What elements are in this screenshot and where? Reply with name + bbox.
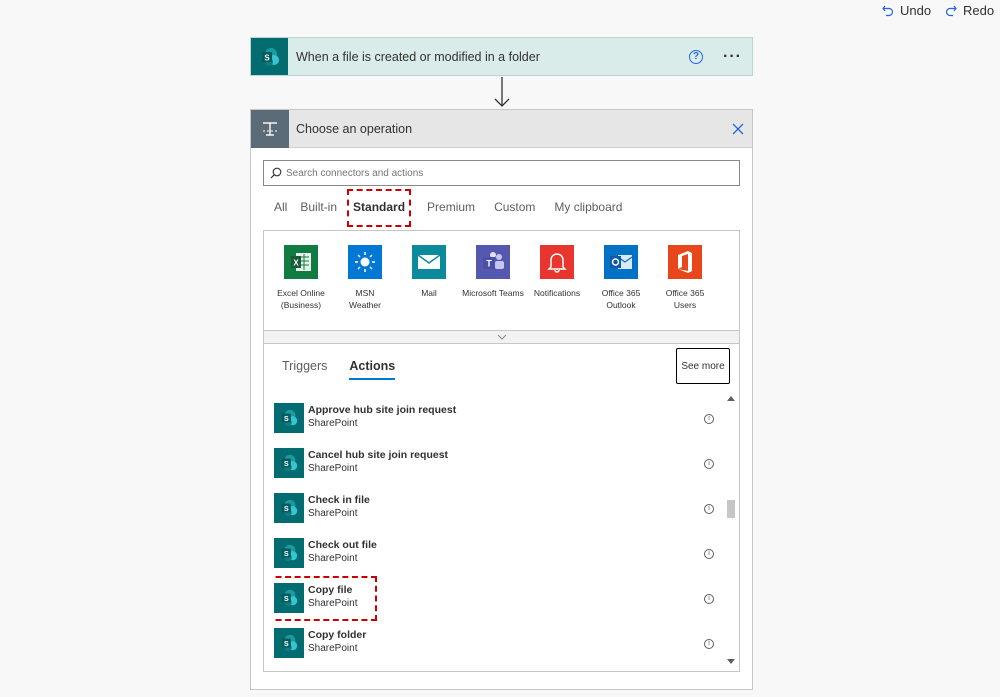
svg-text:T: T [486, 259, 492, 269]
svg-text:S: S [284, 639, 289, 648]
redo-label: Redo [963, 3, 995, 18]
connector-mail[interactable]: Mail [397, 245, 461, 299]
help-icon[interactable]: ? [689, 49, 704, 64]
info-icon[interactable]: i [704, 504, 714, 514]
panel-title: Choose an operation [296, 121, 413, 136]
trigger-card[interactable]: S When a file is created or modified in … [250, 37, 753, 76]
svg-text:S: S [284, 459, 289, 468]
action-list: S Approve hub site join request SharePoin… [272, 394, 722, 666]
connector-notifications[interactable]: Notifications [525, 245, 589, 299]
excel-icon: X [284, 245, 318, 279]
tab-actions[interactable]: Actions [349, 359, 396, 380]
connector-label: Office 365 Users [665, 288, 705, 310]
tab-standard[interactable]: Standard [347, 189, 412, 227]
undo-icon [882, 5, 894, 16]
sharepoint-icon: S [251, 38, 288, 75]
choose-operation-panel: Choose an operation All Built-in Standar… [250, 109, 753, 690]
bell-icon [540, 245, 574, 279]
info-icon[interactable]: i [704, 414, 714, 424]
connector-label: Notifications [533, 288, 581, 298]
action-connector: SharePoint [308, 463, 358, 474]
action-connector: SharePoint [308, 508, 358, 519]
chevron-down-icon [497, 334, 506, 340]
action-connector: SharePoint [308, 553, 358, 564]
action-name: Check out file [308, 539, 377, 551]
action-connector: SharePoint [308, 418, 358, 429]
redo-icon [945, 5, 957, 16]
connector-excel[interactable]: X Excel Online (Business) [269, 245, 333, 311]
svg-text:S: S [264, 53, 270, 62]
sharepoint-icon: S [274, 403, 304, 433]
connector-microsoft-teams[interactable]: T Microsoft Teams [461, 245, 525, 299]
info-icon[interactable]: i [704, 594, 714, 604]
close-icon[interactable] [732, 123, 744, 135]
undo-button[interactable]: Undo [882, 3, 931, 18]
scroll-thumb[interactable] [727, 500, 735, 518]
connector-label: Excel Online (Business) [277, 288, 325, 310]
weather-icon [348, 245, 382, 279]
scrollbar[interactable] [725, 394, 737, 666]
tab-all[interactable]: All [264, 200, 295, 218]
connector-label: MSN Weather [349, 288, 381, 310]
info-icon[interactable]: i [704, 639, 714, 649]
filter-tabs: All Built-in Standard Premium Custom My … [264, 189, 627, 227]
action-name: Cancel hub site join request [308, 449, 449, 461]
info-icon[interactable]: i [704, 549, 714, 559]
teams-icon: T [476, 245, 510, 279]
tab-built-in[interactable]: Built-in [295, 200, 347, 218]
svg-text:S: S [284, 414, 289, 423]
operation-icon [251, 109, 289, 148]
search-input[interactable] [286, 167, 739, 179]
connector-label: Office 365 Outlook [601, 288, 641, 310]
mail-icon [412, 245, 446, 279]
scroll-down-icon[interactable] [727, 659, 735, 664]
panel-header: Choose an operation [251, 109, 752, 148]
action-name: Check in file [308, 494, 370, 506]
connector-msn-weather[interactable]: MSN Weather [333, 245, 397, 311]
list-item[interactable]: S Check in file SharePoint i [272, 484, 722, 529]
connector-label: Microsoft Teams [462, 288, 524, 298]
office-icon [668, 245, 702, 279]
tab-custom[interactable]: Custom [489, 200, 549, 218]
sharepoint-icon: S [274, 448, 304, 478]
expand-connectors-button[interactable] [263, 330, 740, 344]
flow-arrow-icon [494, 77, 510, 107]
type-tabs: Triggers Actions [282, 359, 417, 380]
tab-my-clipboard[interactable]: My clipboard [549, 200, 627, 218]
list-item[interactable]: S Copy folder SharePoint i [272, 619, 722, 664]
sharepoint-icon: S [274, 628, 304, 658]
scroll-up-icon[interactable] [727, 396, 735, 401]
svg-text:S: S [284, 504, 289, 513]
more-options-icon[interactable]: ··· [723, 48, 742, 66]
redo-button[interactable]: Redo [945, 3, 994, 18]
connector-grid: X Excel Online (Business) MSN Weather Ma… [263, 230, 740, 330]
highlight-box [272, 576, 377, 621]
sharepoint-icon: S [274, 538, 304, 568]
tab-premium[interactable]: Premium [422, 200, 489, 218]
search-icon [270, 167, 282, 179]
actions-area: Triggers Actions See more S Approve hub … [263, 344, 740, 672]
list-item-copy-file[interactable]: S Copy file SharePoint i [272, 574, 722, 621]
undo-label: Undo [900, 3, 932, 18]
list-item[interactable]: S Cancel hub site join request SharePoint… [272, 439, 722, 484]
list-item[interactable]: S Approve hub site join request SharePoin… [272, 394, 722, 439]
list-item[interactable]: S Check out file SharePoint i [272, 529, 722, 574]
outlook-icon [604, 245, 638, 279]
action-name: Approve hub site join request [308, 404, 457, 416]
action-name: Copy folder [308, 629, 367, 641]
info-icon[interactable]: i [704, 459, 714, 469]
tab-triggers[interactable]: Triggers [282, 359, 327, 380]
top-toolbar: Undo Redo [0, 0, 1000, 26]
connector-office-365-users[interactable]: Office 365 Users [653, 245, 717, 311]
search-box[interactable] [263, 160, 740, 186]
connector-label: Mail [421, 288, 437, 298]
action-connector: SharePoint [308, 643, 358, 654]
svg-text:S: S [284, 549, 289, 558]
see-more-button[interactable]: See more [676, 348, 730, 384]
trigger-title: When a file is created or modified in a … [296, 49, 540, 64]
connector-office-365-outlook[interactable]: Office 365 Outlook [589, 245, 653, 311]
sharepoint-icon: S [274, 493, 304, 523]
svg-text:X: X [293, 259, 299, 268]
